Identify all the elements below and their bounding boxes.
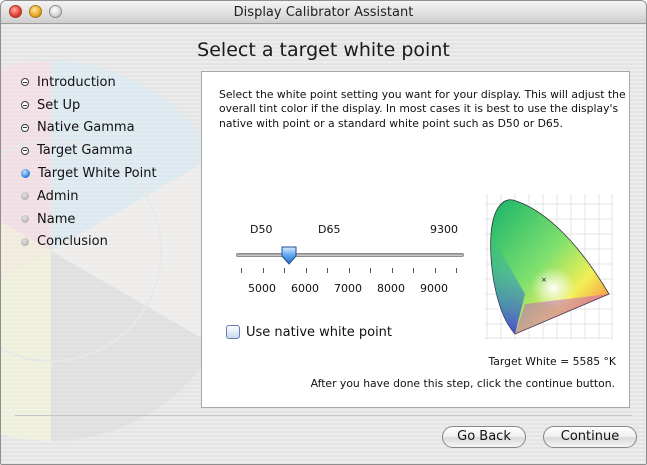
target-white-readout: Target White = 5585 °K: [488, 355, 616, 368]
slider-tick-mark: [241, 268, 242, 273]
step-item-target-white-point: Target White Point: [21, 162, 157, 185]
continue-hint-text: After you have done this step, click the…: [310, 377, 615, 390]
step-label: Set Up: [37, 97, 81, 113]
step-item-set-up: Set Up: [21, 94, 157, 117]
step-label: Target Gamma: [37, 143, 133, 159]
slider-scale-7000: 7000: [334, 282, 362, 295]
step-label: Admin: [37, 188, 79, 204]
slider-scale-9000: 9000: [420, 282, 448, 295]
step-item-introduction: Introduction: [21, 71, 157, 94]
slider-tick-mark: [348, 268, 350, 273]
slider-tick-mark: [391, 268, 393, 273]
slider-tick-mark: [370, 268, 371, 273]
step-label: Target White Point: [38, 166, 157, 182]
step-done-icon: [21, 101, 29, 110]
title-bar: Display Calibrator Assistant: [1, 1, 646, 24]
step-label: Introduction: [37, 74, 116, 90]
step-item-admin: Admin: [21, 185, 157, 208]
slider-label-d50: D50: [250, 223, 273, 236]
step-done-icon: [21, 78, 29, 87]
go-back-button[interactable]: Go Back: [442, 426, 526, 448]
slider-label-d65: D65: [318, 223, 341, 236]
native-white-point-label[interactable]: Use native white point: [246, 325, 392, 340]
svg-text:×: ×: [541, 276, 547, 284]
slider-scale-8000: 8000: [377, 282, 405, 295]
step-label: Native Gamma: [37, 120, 135, 136]
step-pending-icon: [21, 215, 29, 224]
slider-tick-mark: [262, 268, 264, 273]
steps-list: Introduction Set Up Native Gamma Target …: [21, 71, 157, 253]
step-item-conclusion: Conclusion: [21, 231, 157, 254]
slider-tick-mark: [305, 268, 307, 273]
slider-scale-6000: 6000: [291, 282, 319, 295]
white-point-slider[interactable]: [236, 253, 464, 257]
step-pending-icon: [21, 237, 29, 246]
window-title: Display Calibrator Assistant: [233, 5, 414, 20]
step-current-icon: [21, 169, 30, 179]
footer-divider: [15, 415, 632, 416]
slider-tick-mark: [434, 268, 436, 273]
slider-tick-mark: [413, 268, 414, 273]
continue-button[interactable]: Continue: [543, 426, 637, 448]
slider-tick-mark: [327, 268, 328, 273]
native-white-point-checkbox[interactable]: [226, 325, 240, 339]
slider-tick-mark: [284, 268, 285, 273]
step-item-name: Name: [21, 208, 157, 231]
step-item-target-gamma: Target Gamma: [21, 139, 157, 162]
step-item-native-gamma: Native Gamma: [21, 117, 157, 140]
slider-thumb[interactable]: [280, 245, 298, 265]
step-label: Name: [37, 211, 76, 227]
step-pending-icon: [21, 192, 29, 201]
instructions-text: Select the white point setting you want …: [219, 88, 626, 130]
step-done-icon: [21, 146, 29, 155]
step-label: Conclusion: [37, 234, 108, 250]
app-window: Display Calibrator Assistant Select a ta…: [0, 0, 647, 465]
slider-label-9300: 9300: [430, 223, 458, 236]
slider-scale-5000: 5000: [248, 282, 276, 295]
slider-tick-mark: [456, 268, 457, 273]
chromaticity-diagram: ×: [485, 194, 613, 339]
step-done-icon: [21, 123, 29, 132]
